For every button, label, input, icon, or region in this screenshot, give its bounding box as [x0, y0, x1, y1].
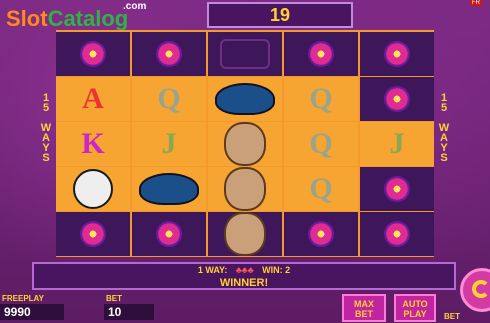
- reel-cell: [56, 167, 130, 211]
- flower-symbol-icon: [132, 212, 206, 256]
- reel-cell: J: [132, 122, 206, 166]
- flower-symbol-icon: [56, 212, 130, 256]
- auto-play-button[interactable]: AUTO PLAY: [394, 294, 436, 322]
- letter-k-symbol: K: [81, 127, 105, 160]
- reel-cell: [208, 167, 282, 211]
- reel-cell: [284, 212, 358, 256]
- top-right-badge: FR: [470, 0, 482, 6]
- win-message-bar: 1 WAY: ♣♣♣ WIN: 2 WINNER!: [32, 262, 456, 290]
- winner-text: WINNER!: [219, 277, 269, 289]
- flower-symbol-icon: [360, 212, 434, 256]
- flower-symbol-icon: [284, 32, 358, 76]
- reel-cell: [360, 32, 434, 76]
- bet-small-label: BET: [444, 312, 460, 321]
- reel-cell: [208, 32, 282, 76]
- letter-q-symbol: Q: [309, 172, 333, 205]
- catrina-symbol-icon: [208, 167, 282, 211]
- freeplay-label: FREEPLAY: [2, 294, 44, 303]
- flower-symbol-icon: [132, 32, 206, 76]
- reel-cell: [360, 77, 434, 121]
- bet-value[interactable]: 10: [104, 304, 154, 320]
- flower-symbol-icon: [284, 212, 358, 256]
- sombrero-skull-symbol-icon: [208, 77, 282, 121]
- ways-label-right: 15 WAYS: [438, 92, 450, 162]
- reel-cell: [284, 32, 358, 76]
- letter-q-symbol: Q: [309, 127, 333, 160]
- sombrero-skull-symbol-icon: [132, 167, 206, 211]
- win-ways-text: 1 WAY: ♣♣♣ WIN: 2: [197, 265, 291, 275]
- freeplay-value: 9990: [0, 304, 64, 320]
- reel-cell: K: [56, 122, 130, 166]
- reel-cell: [132, 32, 206, 76]
- reel-cell: Q: [284, 77, 358, 121]
- flower-symbol-icon: [56, 32, 130, 76]
- skull-symbol-icon: [56, 167, 130, 211]
- letter-q-symbol: Q: [157, 82, 181, 115]
- catrina-symbol-icon: [208, 122, 282, 166]
- flower-symbol-icon: [360, 32, 434, 76]
- reel-cell: [360, 167, 434, 211]
- ways-counter: 19: [207, 2, 353, 28]
- win-symbol-icons: ♣♣♣: [235, 265, 254, 275]
- reel-cell: Q: [284, 167, 358, 211]
- reel-grid: AKQJQQQJ: [56, 30, 434, 257]
- ways-label-left: 15 WAYS: [40, 92, 52, 162]
- max-bet-button[interactable]: MAX BET: [342, 294, 386, 322]
- reel-cell: [132, 167, 206, 211]
- reel-cell: [208, 212, 282, 256]
- cat-symbol-icon: [208, 32, 282, 76]
- reel-cell: [208, 77, 282, 121]
- flower-symbol-icon: [360, 167, 434, 211]
- reel-cell: J: [360, 122, 434, 166]
- reel-cell: A: [56, 77, 130, 121]
- letter-a-symbol: A: [82, 82, 104, 115]
- reel-cell: [56, 32, 130, 76]
- spin-icon: [472, 280, 490, 298]
- slotcatalog-logo: SlotCatalog .com: [6, 1, 147, 31]
- reel-cell: Q: [284, 122, 358, 166]
- letter-q-symbol: Q: [309, 82, 333, 115]
- reel-cell: [132, 212, 206, 256]
- catrina-symbol-icon: [208, 212, 282, 256]
- flower-symbol-icon: [360, 77, 434, 121]
- reel-cell: [208, 122, 282, 166]
- letter-j-symbol: J: [389, 127, 405, 160]
- reel-cell: [360, 212, 434, 256]
- bet-label: BET: [106, 294, 122, 303]
- reel-cell: Q: [132, 77, 206, 121]
- reel-cell: [56, 212, 130, 256]
- letter-j-symbol: J: [161, 127, 177, 160]
